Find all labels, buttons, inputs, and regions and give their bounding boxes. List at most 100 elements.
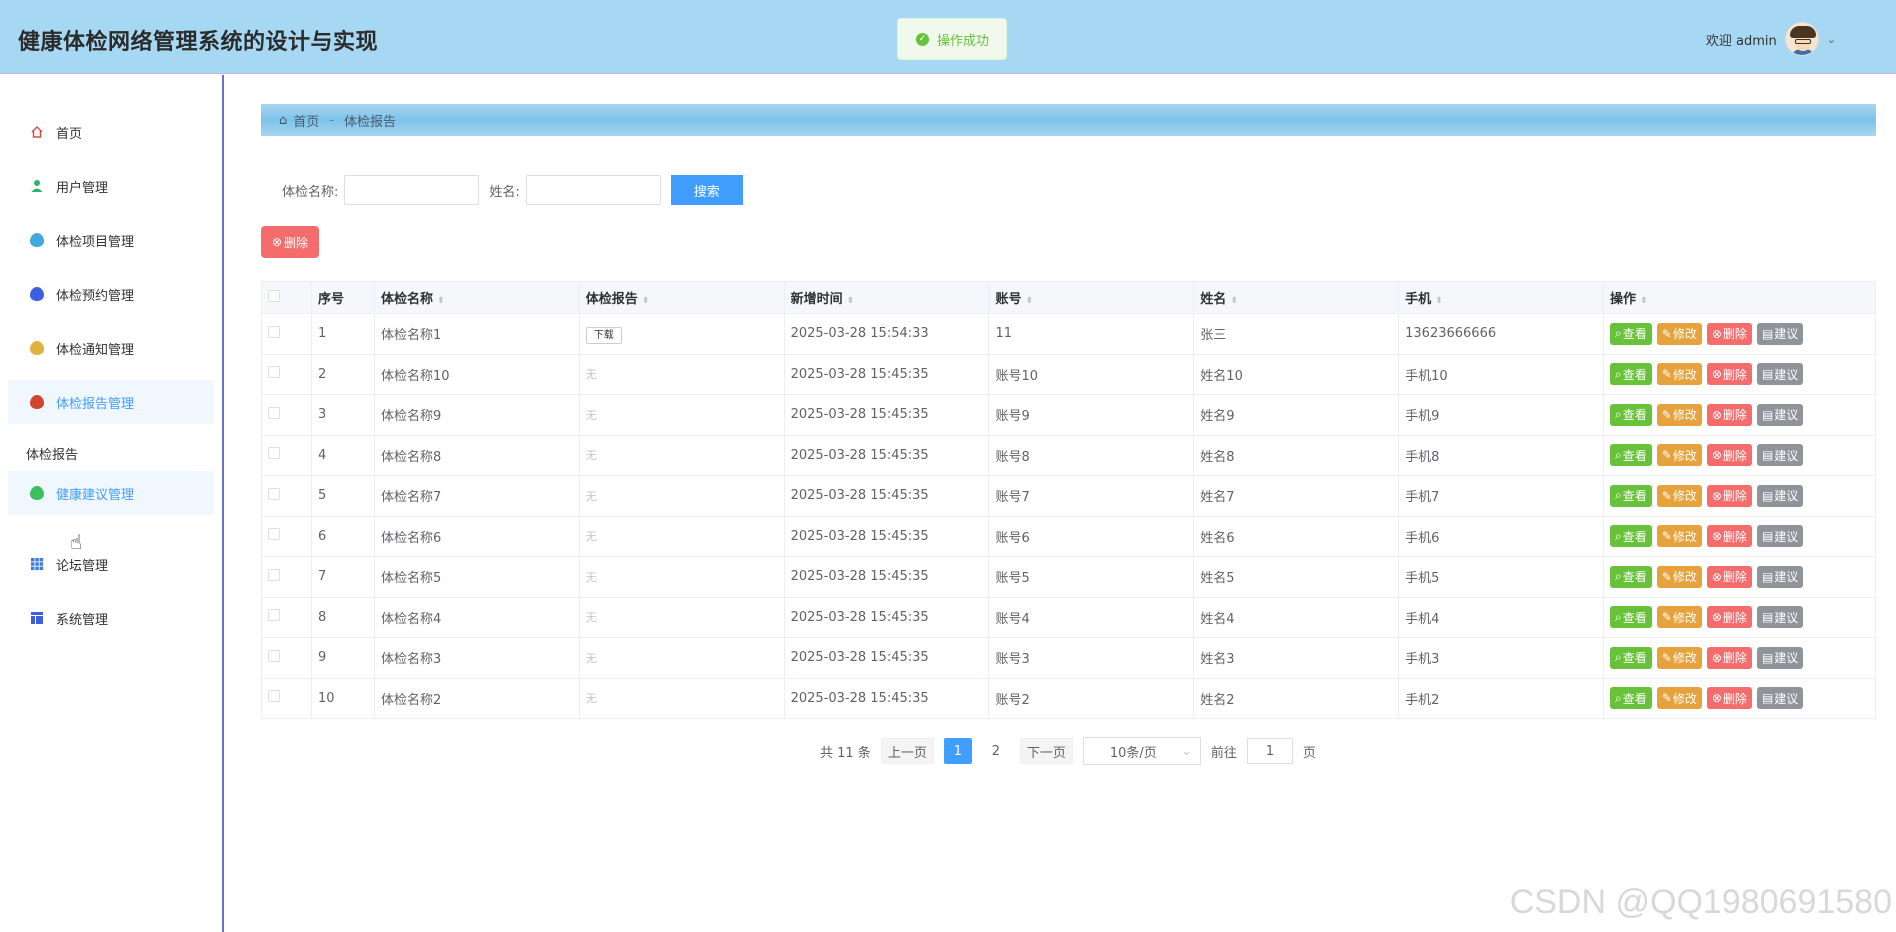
advice-button[interactable]: ▤ 建议 — [1756, 363, 1804, 386]
view-button[interactable]: ⌕ 查看 — [1610, 606, 1652, 629]
row-select-cell[interactable] — [261, 313, 312, 355]
sidebar-item-notices[interactable]: 体检通知管理 — [8, 326, 214, 370]
column-header[interactable]: 姓名 ⬍ — [1193, 281, 1400, 314]
sidebar-item-reports[interactable]: 体检报告管理 — [8, 380, 214, 424]
page-jump-input[interactable]: 1 — [1246, 738, 1293, 764]
edit-button[interactable]: ✎ 修改 — [1656, 565, 1702, 588]
row-checkbox[interactable] — [268, 609, 280, 622]
sidebar-item-exam-items[interactable]: 体检项目管理 — [8, 218, 214, 262]
advice-button[interactable]: ▤ 建议 — [1756, 606, 1804, 629]
sidebar-item-appointments[interactable]: 体检预约管理 — [8, 272, 214, 316]
exam-name-input[interactable] — [344, 175, 480, 205]
edit-button[interactable]: ✎ 修改 — [1656, 444, 1702, 467]
row-checkbox[interactable] — [268, 325, 280, 338]
row-select-cell[interactable] — [261, 677, 312, 719]
column-header[interactable]: 体检报告 ⬍ — [578, 281, 785, 314]
delete-button[interactable]: ⊗ 删除 — [1706, 363, 1752, 386]
row-select-cell[interactable] — [261, 434, 312, 476]
advice-button[interactable]: ▤ 建议 — [1756, 322, 1804, 345]
view-button[interactable]: ⌕ 查看 — [1610, 687, 1652, 710]
row-checkbox[interactable] — [268, 447, 280, 460]
edit-button[interactable]: ✎ 修改 — [1656, 687, 1702, 710]
person-name-input[interactable] — [525, 175, 661, 205]
row-select-cell[interactable] — [261, 394, 312, 436]
delete-button[interactable]: ⊗ 删除 — [1706, 403, 1752, 426]
delete-button[interactable]: ⊗ 删除 — [1706, 687, 1752, 710]
view-button[interactable]: ⌕ 查看 — [1610, 646, 1652, 669]
prev-page-button[interactable]: 上一页 — [880, 738, 934, 764]
row-select-cell[interactable] — [261, 637, 312, 679]
advice-button[interactable]: ▤ 建议 — [1756, 484, 1804, 507]
delete-button[interactable]: ⊗ 删除 — [1706, 565, 1752, 588]
delete-button[interactable]: ⊗ 删除 — [1706, 646, 1752, 669]
edit-button[interactable]: ✎ 修改 — [1656, 322, 1702, 345]
column-header[interactable]: 操作 ⬍ — [1603, 281, 1876, 314]
column-header[interactable]: 账号 ⬍ — [988, 281, 1195, 314]
user-menu[interactable]: 欢迎 admin ⌄ — [1706, 22, 1836, 56]
delete-button[interactable]: ⊗ 删除 — [1706, 606, 1752, 629]
sidebar-item-forum[interactable]: 论坛管理 — [8, 542, 214, 586]
edit-icon: ✎ — [1661, 488, 1672, 503]
view-button[interactable]: ⌕ 查看 — [1610, 565, 1652, 588]
edit-button[interactable]: ✎ 修改 — [1656, 646, 1702, 669]
sidebar-item-users[interactable]: 用户管理 — [8, 164, 214, 208]
page-number[interactable]: 1 — [943, 738, 972, 764]
no-report-text: 无 — [585, 692, 597, 706]
row-checkbox[interactable] — [268, 366, 280, 379]
select-all-cell[interactable] — [261, 281, 312, 314]
avatar[interactable] — [1784, 22, 1819, 56]
search-button[interactable]: 搜索 — [670, 175, 743, 205]
row-select-cell[interactable] — [261, 475, 312, 517]
view-button[interactable]: ⌕ 查看 — [1610, 484, 1652, 507]
row-select-cell[interactable] — [261, 515, 312, 557]
page-size-select[interactable]: 10条/页 ⌄ — [1082, 737, 1201, 765]
edit-button[interactable]: ✎ 修改 — [1656, 484, 1702, 507]
row-checkbox[interactable] — [268, 528, 280, 541]
row-checkbox[interactable] — [268, 649, 280, 662]
toast-message: 操作成功 — [937, 33, 990, 49]
advice-button[interactable]: ▤ 建议 — [1756, 525, 1804, 548]
row-select-cell[interactable] — [261, 353, 312, 395]
page-number[interactable]: 2 — [982, 738, 1010, 764]
edit-button[interactable]: ✎ 修改 — [1656, 363, 1702, 386]
view-button[interactable]: ⌕ 查看 — [1610, 403, 1652, 426]
advice-button[interactable]: ▤ 建议 — [1756, 687, 1804, 710]
advice-button[interactable]: ▤ 建议 — [1756, 403, 1804, 426]
download-button[interactable]: 下载 — [585, 326, 622, 344]
advice-button[interactable]: ▤ 建议 — [1756, 444, 1804, 467]
select-all-checkbox[interactable] — [268, 289, 280, 302]
next-page-button[interactable]: 下一页 — [1019, 738, 1073, 764]
edit-button[interactable]: ✎ 修改 — [1656, 606, 1702, 629]
view-button[interactable]: ⌕ 查看 — [1610, 363, 1652, 386]
cell-time: 2025-03-28 15:45:35 — [783, 677, 990, 719]
row-checkbox[interactable] — [268, 568, 280, 581]
row-select-cell[interactable] — [261, 596, 312, 638]
view-button[interactable]: ⌕ 查看 — [1610, 322, 1652, 345]
row-select-cell[interactable] — [261, 556, 312, 598]
view-button[interactable]: ⌕ 查看 — [1610, 525, 1652, 548]
breadcrumb-home[interactable]: 首页 — [293, 111, 319, 130]
chevron-down-icon[interactable]: ⌄ — [1827, 33, 1836, 46]
sidebar-item-home[interactable]: 首页 — [8, 110, 214, 154]
row-checkbox[interactable] — [268, 487, 280, 500]
delete-button[interactable]: ⊗ 删除 — [1706, 444, 1752, 467]
advice-button[interactable]: ▤ 建议 — [1756, 646, 1804, 669]
batch-delete-button[interactable]: ⊗ 删除 — [261, 226, 319, 258]
home-icon[interactable]: ⌂ — [279, 113, 287, 128]
close-circle-icon: ⊗ — [1711, 367, 1722, 382]
column-header[interactable]: 体检名称 ⬍ — [373, 281, 580, 314]
column-header[interactable]: 手机 ⬍ — [1398, 281, 1605, 314]
delete-button[interactable]: ⊗ 删除 — [1706, 525, 1752, 548]
sidebar-item-system[interactable]: 系统管理 — [8, 596, 214, 640]
row-checkbox[interactable] — [268, 406, 280, 419]
edit-button[interactable]: ✎ 修改 — [1656, 403, 1702, 426]
delete-button[interactable]: ⊗ 删除 — [1706, 322, 1752, 345]
delete-button[interactable]: ⊗ 删除 — [1706, 484, 1752, 507]
row-checkbox[interactable] — [268, 690, 280, 703]
column-header[interactable]: 新增时间 ⬍ — [783, 281, 990, 314]
view-button[interactable]: ⌕ 查看 — [1610, 444, 1652, 467]
edit-button[interactable]: ✎ 修改 — [1656, 525, 1702, 548]
cell-exam-name: 体检名称9 — [373, 394, 580, 436]
sidebar-item-health-advice[interactable]: 健康建议管理 — [8, 471, 214, 515]
advice-button[interactable]: ▤ 建议 — [1756, 565, 1804, 588]
